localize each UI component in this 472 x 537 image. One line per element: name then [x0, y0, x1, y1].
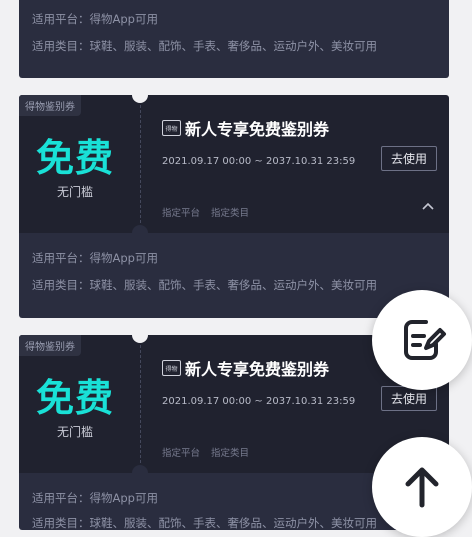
coupon-notch: [132, 225, 148, 233]
coupon-value: 免费: [35, 376, 114, 420]
detail-category: 适用类目：球鞋、服装、配饰、手表、奢侈品、运动户外、美妆可用: [32, 516, 377, 530]
coupon-detail-panel: 适用平台：得物App可用 适用类目：球鞋、服装、配饰、手表、奢侈品、运动户外、美…: [19, 0, 449, 78]
use-coupon-button[interactable]: 去使用: [381, 386, 437, 411]
coupon-divider: [140, 105, 141, 223]
coupon-validity: 2021.09.17 00:00 ~ 2037.10.31 23:59: [162, 396, 356, 407]
scope-platform: 指定平台: [162, 448, 201, 459]
scope-category: 指定类目: [211, 208, 250, 219]
coupon-threshold: 无门槛: [56, 425, 93, 439]
coupon-validity: 2021.09.17 00:00 ~ 2037.10.31 23:59: [162, 156, 356, 167]
detail-category: 适用类目：球鞋、服装、配饰、手表、奢侈品、运动户外、美妆可用: [32, 39, 377, 53]
scope-category: 指定类目: [211, 448, 250, 459]
detail-platform: 适用平台：得物App可用: [32, 251, 158, 265]
coupon-scope: 指定平台 指定类目: [162, 445, 249, 459]
coupon-scope: 指定平台 指定类目: [162, 205, 249, 219]
detail-platform: 适用平台：得物App可用: [32, 491, 158, 505]
brand-logo-icon: 得物: [162, 120, 181, 136]
coupon-notch: [132, 95, 148, 103]
back-to-top-button[interactable]: [372, 437, 472, 537]
coupon-notch: [132, 335, 148, 343]
brand-logo-icon: 得物: [162, 360, 181, 376]
detail-category: 适用类目：球鞋、服装、配饰、手表、奢侈品、运动户外、美妆可用: [32, 278, 377, 292]
coupon-threshold: 无门槛: [56, 185, 93, 199]
use-coupon-button[interactable]: 去使用: [381, 146, 437, 171]
coupon-value: 免费: [35, 136, 114, 180]
detail-platform: 适用平台：得物App可用: [32, 12, 158, 26]
arrow-up-icon: [405, 467, 439, 508]
edit-button[interactable]: [372, 290, 472, 390]
coupon-divider: [140, 345, 141, 463]
coupon-value-panel: 免费 无门槛: [19, 335, 131, 473]
edit-note-icon: [404, 320, 446, 360]
coupon-card: 得物鉴别券 免费 无门槛 得物 新人专享免费鉴别券 2021.09.17 00:…: [19, 95, 449, 233]
scope-platform: 指定平台: [162, 208, 201, 219]
coupon-notch: [132, 465, 148, 473]
chevron-up-icon[interactable]: [422, 201, 434, 211]
coupon-title: 新人专享免费鉴别券: [185, 360, 330, 379]
coupon-title: 新人专享免费鉴别券: [185, 120, 330, 139]
coupon-value-panel: 免费 无门槛: [19, 95, 131, 233]
